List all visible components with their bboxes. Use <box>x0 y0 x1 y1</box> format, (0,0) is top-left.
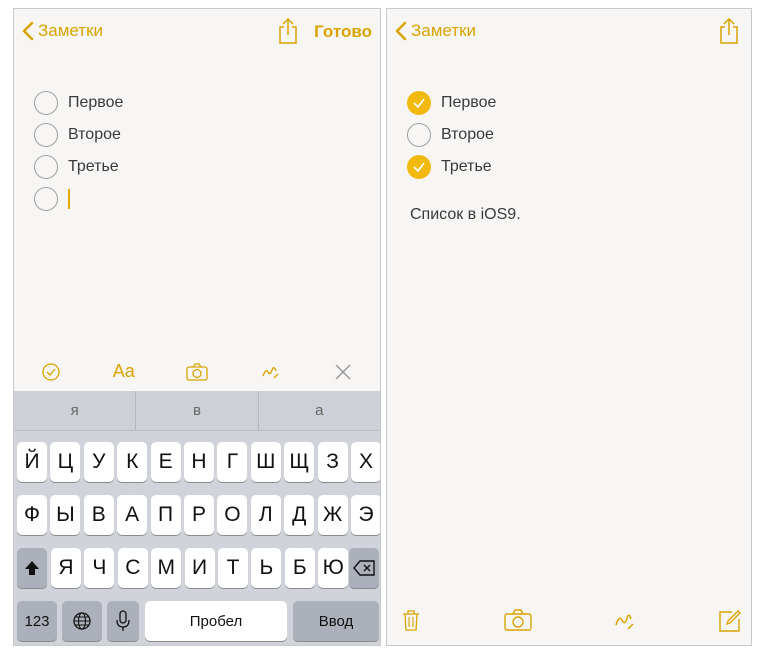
checked-circle-icon[interactable] <box>407 91 431 115</box>
keyboard-row-3: ЯЧСМИТЬБЮ <box>14 548 380 588</box>
keyboard-row-2: ФЫВАПРОЛДЖЭ <box>14 495 380 535</box>
space-key[interactable]: Пробел <box>145 601 287 641</box>
letter-key[interactable]: Д <box>284 495 315 535</box>
letter-key[interactable]: С <box>117 548 148 588</box>
checklist-icon[interactable] <box>36 357 66 387</box>
letter-key[interactable]: Х <box>351 442 380 482</box>
checklist-item[interactable]: Третье <box>407 151 496 183</box>
shift-icon <box>25 561 39 575</box>
back-button[interactable]: Заметки <box>22 21 103 41</box>
format-toolbar: Aa <box>14 354 380 389</box>
chevron-left-icon <box>395 21 407 41</box>
checklist-item-text: Второе <box>68 126 121 143</box>
checklist-item-text: Второе <box>441 126 494 143</box>
unchecked-circle-icon[interactable] <box>34 91 58 115</box>
camera-icon[interactable] <box>504 609 532 636</box>
letter-key[interactable]: У <box>83 442 114 482</box>
microphone-key[interactable] <box>107 601 139 641</box>
delete-key[interactable] <box>349 548 379 588</box>
notes-edit-screen: Заметки Готово Первое Второе Третье Aa я… <box>13 8 381 646</box>
letter-key[interactable]: Ю <box>318 548 349 588</box>
sketch-icon[interactable] <box>255 357 285 387</box>
checklist-item[interactable]: Первое <box>407 87 496 119</box>
globe-key[interactable] <box>62 601 102 641</box>
letter-key[interactable]: Л <box>250 495 281 535</box>
letter-key[interactable]: Ч <box>84 548 115 588</box>
backspace-icon <box>353 560 375 576</box>
text-format-icon[interactable]: Aa <box>109 357 139 387</box>
letter-key[interactable]: Ь <box>251 548 282 588</box>
letter-key[interactable]: К <box>117 442 148 482</box>
done-button[interactable]: Готово <box>314 22 372 42</box>
letter-key[interactable]: П <box>150 495 181 535</box>
unchecked-circle-icon[interactable] <box>407 123 431 147</box>
back-button[interactable]: Заметки <box>395 21 476 41</box>
letter-key[interactable]: А <box>117 495 148 535</box>
suggestion-item[interactable]: я <box>14 391 137 430</box>
trash-icon[interactable] <box>402 609 420 636</box>
compose-icon[interactable] <box>718 609 742 638</box>
checklist-item[interactable]: Второе <box>407 119 496 151</box>
checklist-item-text: Первое <box>68 94 124 111</box>
chevron-left-icon <box>22 21 34 41</box>
nav-bar: Заметки <box>387 9 751 55</box>
numbers-key[interactable]: 123 <box>17 601 57 641</box>
letter-key[interactable]: Ж <box>317 495 348 535</box>
checked-circle-icon[interactable] <box>407 155 431 179</box>
checklist-item-text: Третье <box>68 158 119 175</box>
shift-key[interactable] <box>17 548 47 588</box>
letter-key[interactable]: В <box>83 495 114 535</box>
bottom-toolbar <box>387 599 751 645</box>
checklist: Первое Второе Третье <box>407 87 496 183</box>
letter-key[interactable]: Э <box>351 495 380 535</box>
notes-view-screen: Заметки Первое Второе Третье Список в iO… <box>386 8 752 646</box>
back-label: Заметки <box>38 21 104 40</box>
globe-icon <box>73 612 91 630</box>
suggestion-bar: я в а <box>14 391 380 431</box>
letter-key[interactable]: Ц <box>50 442 81 482</box>
letter-key[interactable]: Ы <box>50 495 81 535</box>
suggestion-item[interactable]: а <box>259 391 380 430</box>
suggestion-item[interactable]: в <box>136 391 259 430</box>
checklist-item-text: Первое <box>441 94 497 111</box>
nav-bar: Заметки Готово <box>14 9 380 55</box>
letter-key[interactable]: Н <box>184 442 214 482</box>
unchecked-circle-icon[interactable] <box>34 123 58 147</box>
camera-icon[interactable] <box>182 357 212 387</box>
letter-key[interactable]: Ф <box>17 495 47 535</box>
return-key[interactable]: Ввод <box>293 601 379 641</box>
letter-key[interactable]: Б <box>284 548 315 588</box>
checklist-item-text: Третье <box>441 158 492 175</box>
letter-key[interactable]: Ш <box>250 442 281 482</box>
unchecked-circle-icon[interactable] <box>34 187 58 211</box>
keyboard: я в а ЙЦУКЕНГШЩЗХ ФЫВАПРОЛДЖЭ ЯЧСМИТЬБЮ … <box>14 391 380 645</box>
keyboard-row-1: ЙЦУКЕНГШЩЗХ <box>14 442 380 482</box>
note-body-text[interactable]: Список в iOS9. <box>410 206 521 224</box>
close-icon[interactable] <box>328 357 358 387</box>
letter-key[interactable]: О <box>217 495 248 535</box>
letter-key[interactable]: Т <box>218 548 248 588</box>
unchecked-circle-icon[interactable] <box>34 155 58 179</box>
share-icon[interactable] <box>717 17 741 50</box>
checklist-item[interactable]: Первое <box>34 87 123 119</box>
letter-key[interactable]: Г <box>217 442 248 482</box>
letter-key[interactable]: И <box>184 548 215 588</box>
text-cursor <box>68 189 70 209</box>
letter-key[interactable]: Й <box>17 442 47 482</box>
checklist-item[interactable]: Третье <box>34 151 123 183</box>
checklist: Первое Второе Третье <box>34 87 123 215</box>
letter-key[interactable]: Я <box>51 548 81 588</box>
sketch-icon[interactable] <box>613 609 635 638</box>
letter-key[interactable]: Р <box>184 495 214 535</box>
letter-key[interactable]: М <box>151 548 182 588</box>
checklist-item-new[interactable] <box>34 183 123 215</box>
back-label: Заметки <box>411 21 477 40</box>
checklist-item[interactable]: Второе <box>34 119 123 151</box>
microphone-icon <box>116 610 130 631</box>
letter-key[interactable]: Е <box>150 442 181 482</box>
letter-key[interactable]: З <box>317 442 348 482</box>
keyboard-row-4: 123 Пробел Ввод <box>14 601 380 641</box>
letter-key[interactable]: Щ <box>284 442 315 482</box>
share-icon[interactable] <box>276 17 300 50</box>
